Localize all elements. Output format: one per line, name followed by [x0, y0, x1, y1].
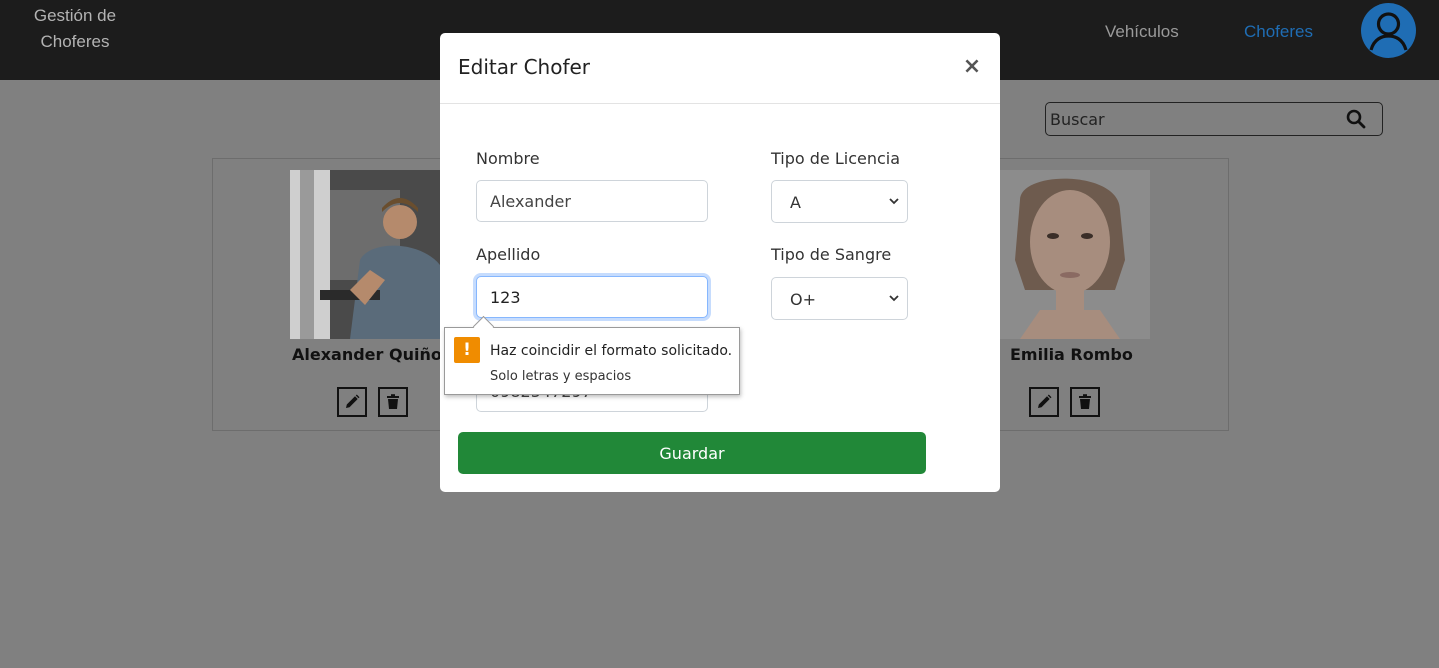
modal-header: Editar Chofer ×	[440, 33, 1000, 104]
search-box	[1045, 102, 1383, 136]
search-input[interactable]	[1048, 106, 1342, 132]
chevron-down-icon	[889, 198, 899, 205]
close-icon[interactable]: ×	[962, 55, 982, 79]
validation-tooltip: ! Haz coincidir el formato solicitado. S…	[444, 315, 740, 395]
sangre-label: Tipo de Sangre	[771, 245, 892, 264]
delete-driver-button[interactable]	[378, 387, 408, 417]
driver-name: Alexander Quiñon	[292, 345, 454, 364]
sangre-value: O+	[790, 290, 816, 309]
nav-link-vehiculos[interactable]: Vehículos	[1105, 22, 1179, 42]
licencia-value: A	[790, 193, 801, 212]
nav-link-choferes[interactable]: Choferes	[1244, 22, 1313, 42]
pencil-icon	[1038, 394, 1052, 408]
validation-message: Haz coincidir el formato solicitado.	[490, 343, 733, 359]
driver-photo	[290, 170, 450, 339]
warning-icon: !	[454, 337, 480, 363]
driver-photo	[990, 170, 1150, 339]
pencil-icon	[346, 394, 360, 408]
save-button[interactable]: Guardar	[458, 432, 926, 474]
brand-title[interactable]: Gestión de Choferes	[22, 3, 128, 55]
trash-icon	[387, 394, 399, 409]
edit-driver-button[interactable]	[337, 387, 367, 417]
user-icon	[1369, 12, 1408, 51]
search-icon[interactable]	[1346, 109, 1366, 129]
driver-name: Emilia Rombo	[1010, 345, 1133, 364]
licencia-label: Tipo de Licencia	[771, 149, 901, 168]
apellido-label: Apellido	[476, 245, 541, 264]
modal-title: Editar Chofer	[458, 55, 591, 79]
sangre-select[interactable]: O+	[771, 277, 908, 320]
apellido-field[interactable]	[476, 276, 708, 318]
nombre-label: Nombre	[476, 149, 540, 168]
user-avatar[interactable]	[1361, 3, 1416, 58]
delete-driver-button[interactable]	[1070, 387, 1100, 417]
nombre-field[interactable]	[476, 180, 708, 222]
chevron-down-icon	[889, 295, 899, 302]
edit-driver-button[interactable]	[1029, 387, 1059, 417]
trash-icon	[1079, 394, 1091, 409]
licencia-select[interactable]: A	[771, 180, 908, 223]
validation-hint: Solo letras y espacios	[490, 369, 632, 384]
edit-driver-modal: Editar Chofer × Nombre Apellido Tipo de …	[440, 33, 1000, 492]
